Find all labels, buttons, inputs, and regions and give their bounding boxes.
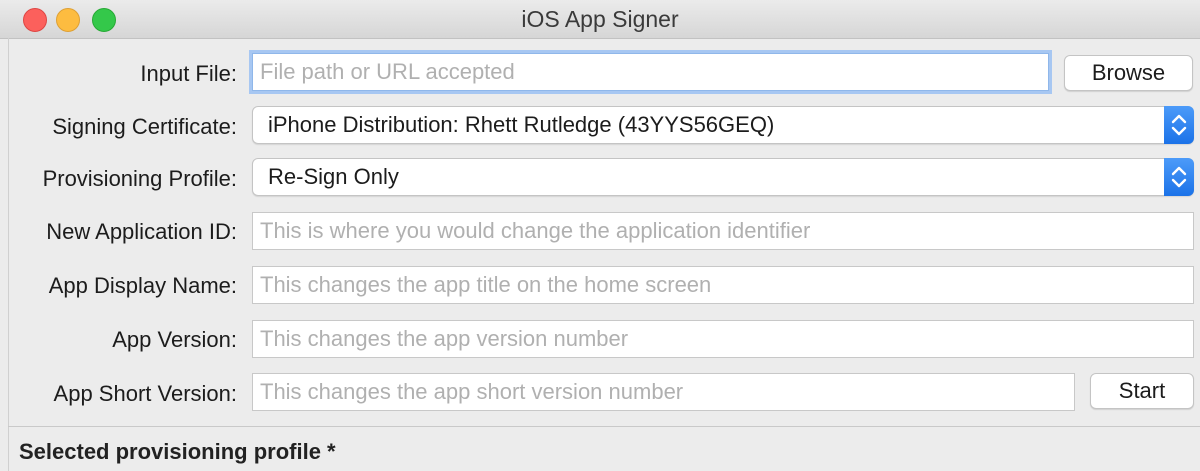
new-application-id-label: New Application ID: (46, 219, 237, 244)
status-text: Selected provisioning profile * (19, 439, 336, 464)
signing-certificate-label: Signing Certificate: (52, 114, 237, 139)
chevron-up-down-icon[interactable] (1164, 158, 1194, 196)
signing-certificate-value: iPhone Distribution: Rhett Rutledge (43Y… (268, 112, 775, 137)
chevron-up-down-icon[interactable] (1164, 106, 1194, 144)
signing-certificate-select[interactable]: iPhone Distribution: Rhett Rutledge (43Y… (252, 106, 1194, 144)
window-title: iOS App Signer (521, 6, 679, 32)
new-application-id-field[interactable] (252, 212, 1194, 250)
input-file-label: Input File: (140, 61, 237, 86)
provisioning-profile-label: Provisioning Profile: (42, 166, 237, 191)
browse-button[interactable]: Browse (1064, 55, 1193, 91)
provisioning-profile-select[interactable]: Re-Sign Only (252, 158, 1194, 196)
app-version-field[interactable] (252, 320, 1194, 358)
provisioning-profile-value: Re-Sign Only (268, 164, 399, 189)
app-window: iOS App Signer Input File: Browse Signin… (0, 0, 1200, 471)
title-bar: iOS App Signer (0, 0, 1200, 39)
input-file-field[interactable] (252, 53, 1049, 91)
app-display-name-field[interactable] (252, 266, 1194, 304)
app-version-label: App Version: (112, 327, 237, 352)
start-button[interactable]: Start (1090, 373, 1194, 409)
app-display-name-label: App Display Name: (48, 273, 237, 298)
app-short-version-label: App Short Version: (53, 381, 237, 406)
app-short-version-field[interactable] (252, 373, 1075, 411)
status-divider (8, 426, 1200, 427)
